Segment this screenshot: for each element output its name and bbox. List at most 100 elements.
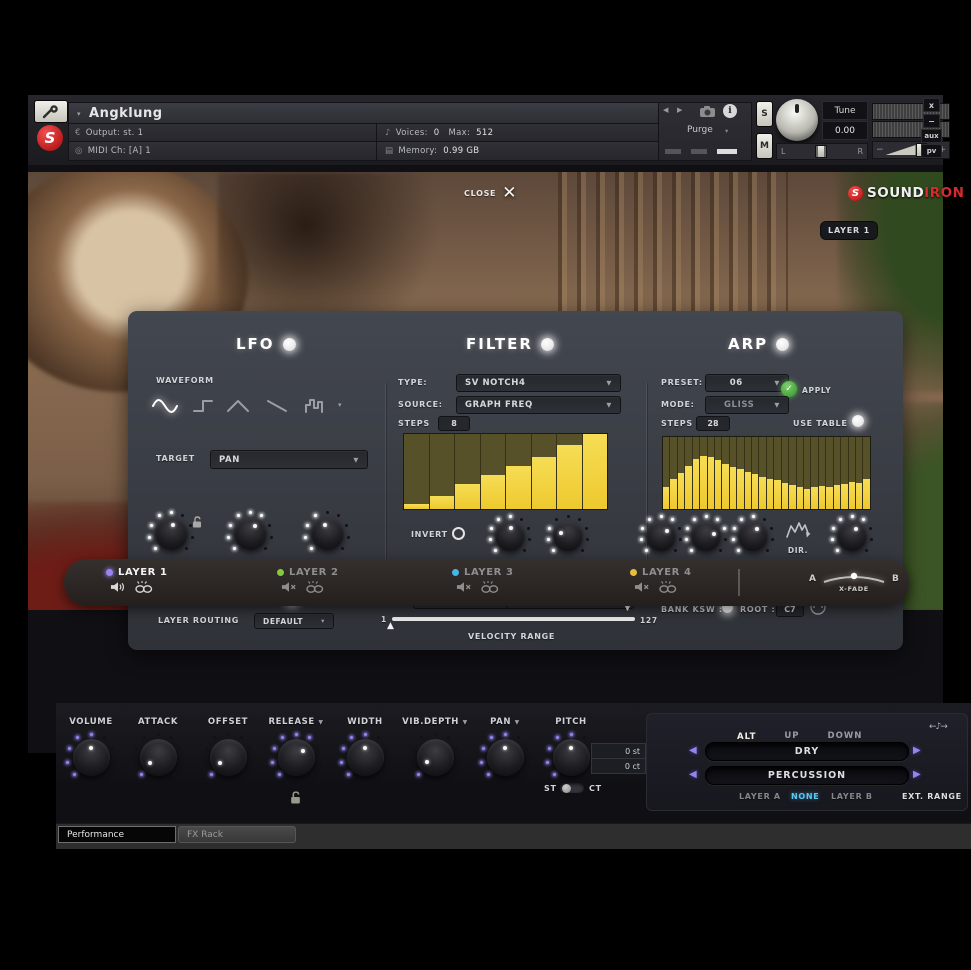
layer-b-option[interactable]: LAYER B — [831, 792, 873, 801]
pan-knob-label[interactable]: PAN ▼ — [490, 717, 520, 727]
filter-reso-knob[interactable] — [495, 521, 525, 551]
width-knob[interactable] — [347, 739, 384, 776]
offset-knob[interactable] — [210, 739, 247, 776]
instrument-titlebar[interactable]: ▾ Angklung — [68, 102, 674, 125]
camera-icon[interactable] — [699, 105, 716, 118]
purge-label[interactable]: Purge — [687, 125, 713, 135]
wave-sine-button[interactable] — [150, 395, 180, 417]
tab-up[interactable]: UP — [784, 731, 799, 741]
layer-1-unlink-icon[interactable] — [134, 581, 154, 594]
use-table-toggle[interactable] — [852, 415, 864, 427]
tune-mode-label[interactable]: Tune — [822, 101, 868, 120]
lfo-power-led[interactable] — [283, 338, 296, 351]
arp-steps-value[interactable]: 28 — [696, 416, 730, 431]
pitch-semitones-value[interactable]: 0 st — [591, 743, 646, 759]
layer-1-speaker-on-icon[interactable] — [110, 581, 126, 593]
slot2-prev-arrow[interactable]: ◀ — [689, 769, 697, 780]
slot2-next-arrow[interactable]: ▶ — [913, 769, 921, 780]
xfade-slider[interactable] — [822, 569, 886, 585]
close-performance-button[interactable]: CLOSE ✕ — [464, 183, 516, 203]
layer-4-speaker-mute-icon[interactable] — [634, 581, 650, 593]
wave-triangle-button[interactable] — [224, 395, 252, 417]
pitch-cents-value[interactable]: 0 ct — [591, 758, 646, 774]
layer-4-tab[interactable]: LAYER 4 — [630, 567, 692, 594]
pitch-knob[interactable] — [553, 739, 590, 776]
wave-saw-button[interactable] — [264, 395, 290, 417]
attack-knob[interactable] — [140, 739, 177, 776]
info-icon[interactable]: i — [723, 104, 737, 118]
volume-knob[interactable] — [73, 739, 110, 776]
layer-4-unlink-icon[interactable] — [658, 581, 678, 594]
layer-routing-dropdown[interactable]: DEFAULT ▾ — [254, 613, 334, 629]
pan-slider[interactable]: L R — [776, 143, 868, 160]
slot1-selector[interactable]: DRY — [705, 742, 909, 761]
arp-rand-knob[interactable] — [691, 521, 721, 551]
slot1-next-arrow[interactable]: ▶ — [913, 745, 921, 756]
filter-power-led[interactable] — [541, 338, 554, 351]
output-select[interactable]: € Output: st. 1 ▾ — [68, 123, 390, 143]
velocity-min-marker[interactable]: ▲ — [387, 621, 394, 631]
st-ct-switch[interactable] — [560, 783, 584, 793]
minimize-instrument-button[interactable]: − — [923, 114, 940, 128]
none-option[interactable]: NONE — [791, 792, 819, 801]
midi-channel-select[interactable]: ◎ MIDI Ch: [A] 1 ▾ — [68, 141, 390, 161]
pan-knob[interactable] — [487, 739, 524, 776]
lfo-target-dropdown[interactable]: PAN ▼ — [210, 450, 368, 469]
lfo-intensity-knob[interactable] — [234, 517, 267, 550]
filter-steps-value[interactable]: 8 — [438, 416, 470, 431]
wave-random-button[interactable] — [302, 395, 330, 417]
solo-button[interactable]: S — [756, 101, 773, 127]
arp-apply-button[interactable]: ✓ — [781, 381, 797, 397]
slot1-prev-arrow[interactable]: ◀ — [689, 745, 697, 756]
wave-more-caret-icon[interactable]: ▾ — [338, 401, 342, 409]
tab-fx-rack[interactable]: FX Rack — [178, 826, 296, 843]
lfo-time-knob[interactable] — [155, 517, 188, 550]
arp-velocity-graph[interactable] — [662, 436, 871, 510]
arp-direction-icon[interactable] — [785, 519, 811, 541]
pan-handle[interactable] — [815, 145, 827, 158]
layer-3-tab[interactable]: LAYER 3 — [452, 567, 514, 594]
purge-caret-icon[interactable]: ▾ — [725, 127, 728, 135]
layer-2-unlink-icon[interactable] — [305, 581, 325, 594]
next-arrow-icon[interactable]: ▶ — [677, 106, 682, 114]
prev-arrow-icon[interactable]: ◀ — [663, 106, 668, 114]
mute-button[interactable]: M — [756, 133, 773, 159]
release-label[interactable]: RELEASE ▼ — [268, 717, 323, 727]
lock-open-icon[interactable] — [192, 516, 202, 528]
velocity-slider-track[interactable] — [392, 617, 635, 621]
vibdepth-knob[interactable] — [417, 739, 454, 776]
arp-scale-knob[interactable] — [646, 521, 676, 551]
tune-knob[interactable] — [776, 99, 818, 141]
filter-step-graph[interactable] — [403, 433, 608, 510]
tab-performance[interactable]: Performance — [58, 826, 176, 843]
layer-2-speaker-mute-icon[interactable] — [281, 581, 297, 593]
slot2-selector[interactable]: PERCUSSION — [705, 766, 909, 785]
close-instrument-button[interactable]: x — [923, 98, 940, 112]
arp-preset-dropdown[interactable]: 06 ▼ — [705, 374, 789, 392]
release-knob[interactable] — [278, 739, 315, 776]
wrench-button[interactable] — [34, 100, 68, 123]
release-lock-icon[interactable] — [290, 791, 301, 804]
filter-source-dropdown[interactable]: GRAPH FREQ ▼ — [456, 396, 621, 414]
tune-value[interactable]: 0.00 — [822, 121, 868, 140]
lfo-fade-knob[interactable] — [311, 517, 344, 550]
invert-toggle[interactable] — [452, 527, 465, 540]
layer-3-speaker-mute-icon[interactable] — [456, 581, 472, 593]
pv-button[interactable]: pv — [921, 144, 942, 158]
ext-range-button[interactable]: EXT. RANGE — [902, 792, 962, 801]
layer-3-unlink-icon[interactable] — [480, 581, 500, 594]
wave-square-button[interactable] — [190, 395, 216, 417]
tab-down[interactable]: DOWN — [828, 731, 863, 741]
layer-1-tab[interactable]: LAYER 1 — [106, 567, 168, 594]
layer-a-option[interactable]: LAYER A — [739, 792, 781, 801]
arp-power-led[interactable] — [776, 338, 789, 351]
layer-2-tab[interactable]: LAYER 2 — [277, 567, 339, 594]
vibdepth-label[interactable]: VIB.DEPTH ▼ — [402, 717, 468, 727]
filter-type-dropdown[interactable]: SV NOTCH4 ▼ — [456, 374, 621, 392]
arp-mode-dropdown[interactable]: GLISS ▼ — [705, 396, 789, 414]
arp-curve-knob[interactable] — [738, 521, 768, 551]
arp-rate-knob[interactable] — [837, 521, 867, 551]
midi-drag-icon[interactable]: ←♪→ — [929, 722, 947, 732]
filter-freq-knob[interactable] — [553, 521, 583, 551]
aux-button[interactable]: aux — [921, 129, 942, 143]
